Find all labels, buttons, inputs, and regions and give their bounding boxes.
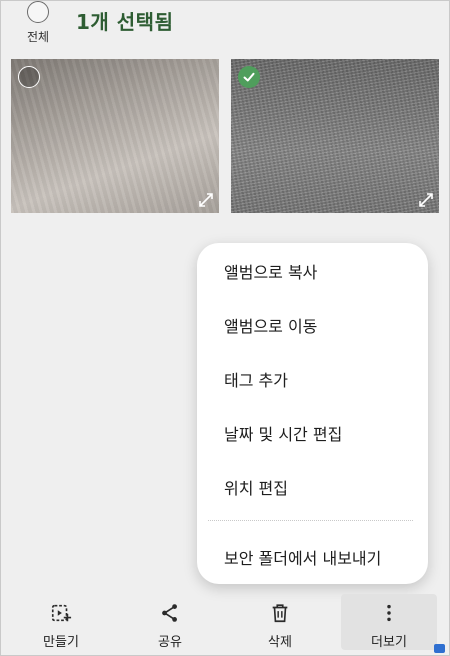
menu-item-move-to-album[interactable]: 앨범으로 이동 <box>197 303 428 347</box>
select-all-circle-icon <box>27 1 49 23</box>
select-all-checkbox[interactable]: 전체 <box>18 0 58 46</box>
create-icon <box>51 604 72 622</box>
menu-item-edit-location[interactable]: 위치 편집 <box>197 465 428 509</box>
more-options-menu: 앨범으로 복사 앨범으로 이동 태그 추가 날짜 및 시간 편집 위치 편집 보… <box>197 243 428 584</box>
menu-item-copy-to-album[interactable]: 앨범으로 복사 <box>197 249 428 293</box>
more-label: 더보기 <box>371 635 407 650</box>
menu-item-export-secure-folder[interactable]: 보안 폴더에서 내보내기 <box>197 535 428 579</box>
create-button[interactable]: 만들기 <box>15 594 107 650</box>
selection-count-title: 1개 선택됨 <box>76 10 174 34</box>
share-icon <box>162 604 177 622</box>
delete-button[interactable]: 삭제 <box>234 594 326 650</box>
share-label: 공유 <box>158 635 182 650</box>
delete-label: 삭제 <box>268 635 292 650</box>
corner-badge-icon <box>434 644 445 653</box>
menu-item-add-tag[interactable]: 태그 추가 <box>197 357 428 401</box>
expand-icon[interactable] <box>197 191 215 209</box>
trash-icon <box>272 604 288 623</box>
photo-thumbnail-2[interactable] <box>231 59 439 213</box>
create-label: 만들기 <box>43 635 79 650</box>
more-button[interactable]: 더보기 <box>341 594 437 650</box>
unchecked-circle-icon[interactable] <box>18 66 40 88</box>
checked-circle-icon[interactable] <box>238 66 260 88</box>
photo-thumbnail-1[interactable] <box>11 59 219 213</box>
menu-item-edit-date-time[interactable]: 날짜 및 시간 편집 <box>197 411 428 455</box>
checkmark-icon <box>243 72 255 82</box>
more-vertical-icon <box>387 604 391 622</box>
share-button[interactable]: 공유 <box>124 594 216 650</box>
menu-divider <box>208 520 413 521</box>
expand-icon[interactable] <box>417 191 435 209</box>
select-all-label: 전체 <box>26 30 50 44</box>
